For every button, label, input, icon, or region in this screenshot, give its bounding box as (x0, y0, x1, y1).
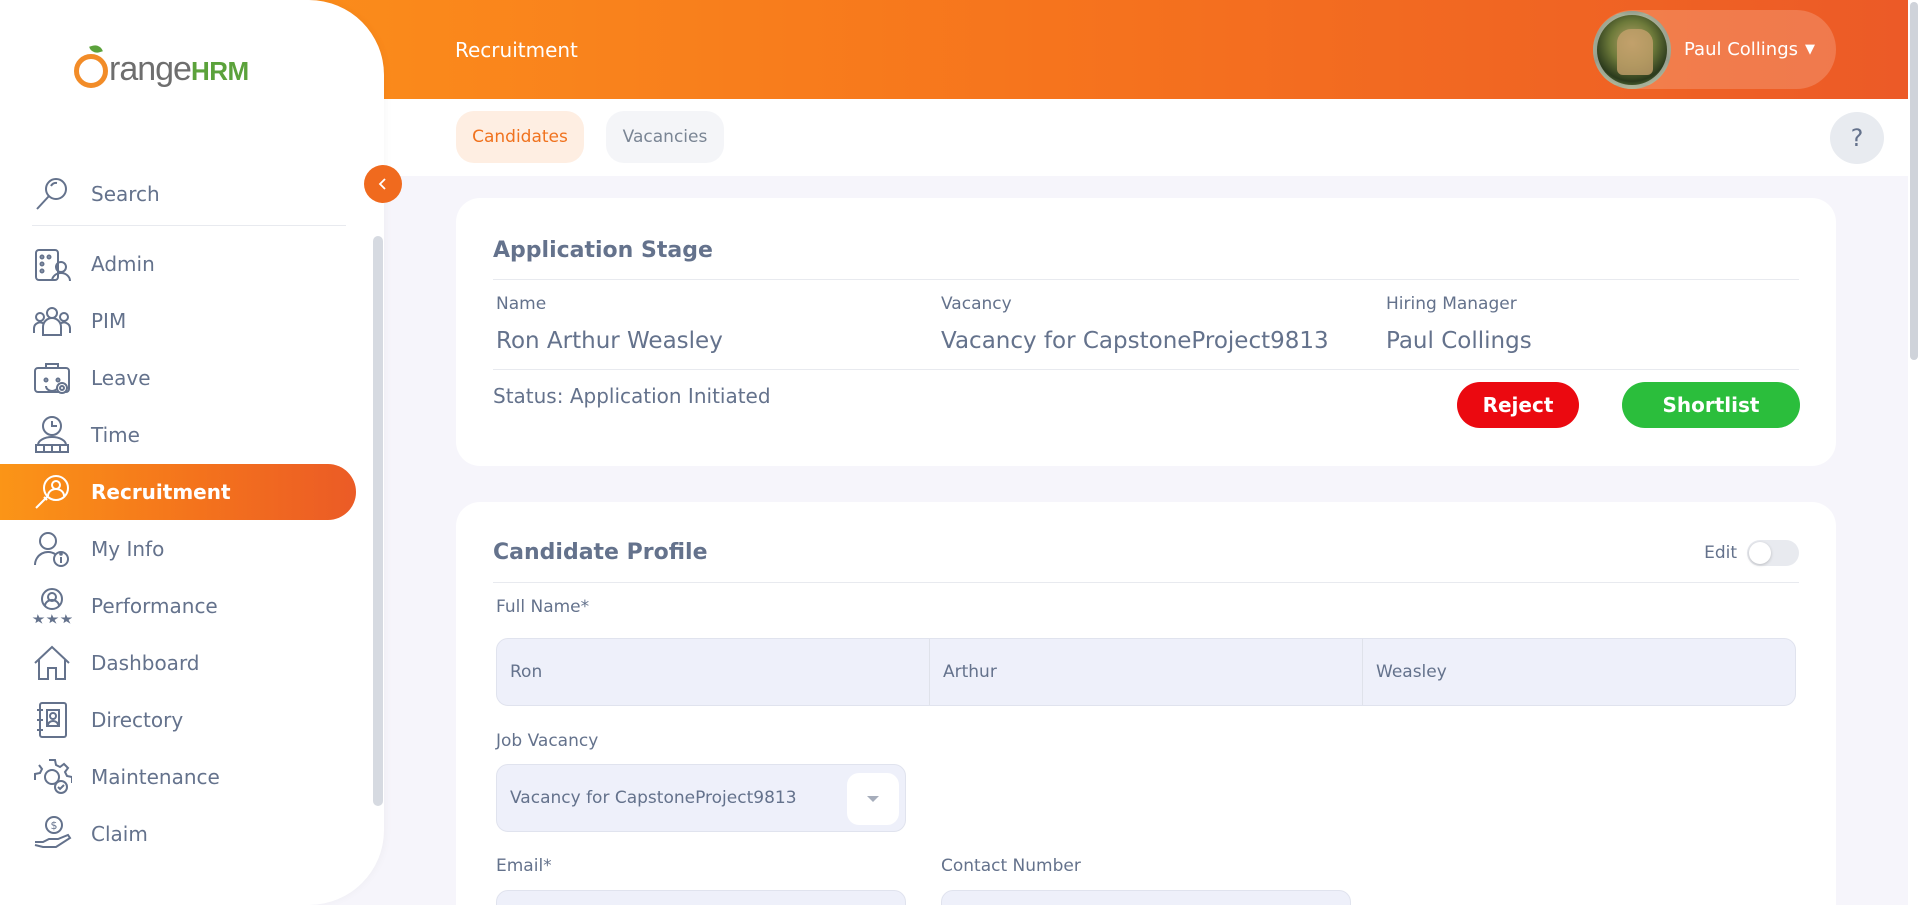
sidebar-item-label: Maintenance (91, 765, 220, 789)
email-input[interactable] (496, 890, 906, 905)
sidebar-item-label: Recruitment (91, 480, 231, 504)
directory-icon (37, 702, 67, 738)
full-name-label: Full Name* (496, 597, 590, 617)
contact-number-label: Contact Number (941, 856, 1081, 876)
sidebar-item-maintenance[interactable]: Maintenance (0, 749, 360, 805)
collapse-sidebar-button[interactable] (364, 165, 402, 203)
job-vacancy-select[interactable]: Vacancy for CapstoneProject9813 (496, 764, 906, 832)
sidebar-item-my-info[interactable]: My Info (0, 521, 360, 577)
sidebar-item-claim[interactable]: $ Claim (0, 806, 360, 862)
sidebar-item-label: Directory (91, 708, 184, 732)
first-name-input[interactable]: Ron (497, 639, 930, 705)
user-name: Paul Collings (1684, 39, 1799, 60)
help-button[interactable]: ? (1830, 112, 1884, 164)
email-label: Email* (496, 856, 552, 876)
sidebar-item-admin[interactable]: Admin (0, 236, 360, 292)
sidebar-item-dashboard[interactable]: Dashboard (0, 635, 360, 691)
sidebar-item-label: Claim (91, 822, 148, 846)
last-name-input[interactable]: Weasley (1363, 639, 1795, 705)
section-title: Application Stage (493, 238, 713, 263)
sidebar-item-label: My Info (91, 537, 165, 561)
sidebar-item-label: Dashboard (91, 651, 200, 675)
scrollbar-thumb[interactable] (1910, 2, 1918, 360)
my-info-icon (33, 532, 69, 567)
recruitment-icon (35, 475, 69, 509)
vacancy-value: Vacancy for CapstoneProject9813 (941, 328, 1329, 354)
divider (493, 582, 1799, 583)
candidate-name: Ron Arthur Weasley (496, 328, 723, 354)
leave-icon (34, 363, 70, 394)
page-title: Recruitment (455, 38, 578, 62)
caret-down-icon: ▼ (1805, 42, 1816, 57)
sidebar-item-label: PIM (91, 309, 127, 333)
avatar (1593, 10, 1671, 89)
sidebar-item-label: Performance (91, 594, 218, 618)
shortlist-button[interactable]: Shortlist (1622, 382, 1800, 428)
caret-down-icon (867, 796, 879, 802)
orange-logo-icon (74, 54, 108, 88)
logo: range HRM (74, 46, 249, 89)
search-label: Search (91, 181, 160, 206)
job-vacancy-value: Vacancy for CapstoneProject9813 (510, 788, 797, 808)
sidebar-item-recruitment[interactable]: Recruitment (0, 464, 356, 520)
reject-button[interactable]: Reject (1457, 382, 1579, 428)
user-dropdown[interactable]: Paul Collings ▼ (1593, 10, 1836, 89)
sidebar: range HRM Search Admin PIM Leave Time Re… (0, 0, 384, 905)
sidebar-item-label: Time (91, 423, 140, 447)
edit-toggle[interactable] (1747, 540, 1799, 566)
sidebar-menu: Admin PIM Leave Time Recruitment My Info… (0, 236, 360, 863)
chevron-left-icon (378, 178, 386, 190)
divider (493, 369, 1799, 370)
home-icon (34, 645, 70, 680)
sidebar-item-pim[interactable]: PIM (0, 293, 360, 349)
tab-vacancies[interactable]: Vacancies (606, 111, 724, 163)
application-status: Status: Application Initiated (493, 384, 771, 408)
hiring-manager-label: Hiring Manager (1386, 294, 1517, 314)
page-scrollbar[interactable] (1908, 0, 1920, 905)
name-label: Name (496, 294, 547, 314)
job-vacancy-label: Job Vacancy (496, 731, 599, 751)
tab-candidates[interactable]: Candidates (456, 111, 584, 163)
admin-icon (35, 249, 71, 282)
edit-toggle-group: Edit (1704, 540, 1799, 566)
pim-icon (33, 307, 71, 336)
sidebar-search[interactable]: Search (32, 162, 346, 226)
sidebar-item-directory[interactable]: Directory (0, 692, 360, 748)
hiring-manager-value: Paul Collings (1386, 328, 1532, 354)
top-nav: Candidates Vacancies ? (384, 99, 1908, 176)
sidebar-item-label: Leave (91, 366, 151, 390)
dropdown-button[interactable] (847, 773, 899, 825)
sidebar-item-leave[interactable]: Leave (0, 350, 360, 406)
sidebar-item-performance[interactable]: Performance (0, 578, 360, 634)
sidebar-item-time[interactable]: Time (0, 407, 360, 463)
edit-label: Edit (1704, 543, 1737, 563)
middle-name-input[interactable]: Arthur (930, 639, 1363, 705)
sidebar-item-label: Admin (91, 252, 155, 276)
svg-text:$: $ (51, 819, 58, 832)
full-name-field: Ron Arthur Weasley (496, 638, 1796, 706)
time-icon (35, 416, 69, 453)
vacancy-label: Vacancy (941, 294, 1012, 314)
section-title: Candidate Profile (493, 540, 708, 565)
candidate-profile-card: Candidate Profile Edit Full Name* Ron Ar… (456, 502, 1836, 905)
maintenance-icon (34, 759, 72, 794)
application-stage-card: Application Stage Name Ron Arthur Weasle… (456, 198, 1836, 466)
search-icon (36, 177, 67, 210)
claim-icon: $ (34, 816, 72, 848)
divider (493, 279, 1799, 280)
contact-number-input[interactable] (941, 890, 1351, 905)
sidebar-scrollbar[interactable] (373, 236, 383, 806)
performance-icon (32, 588, 72, 624)
